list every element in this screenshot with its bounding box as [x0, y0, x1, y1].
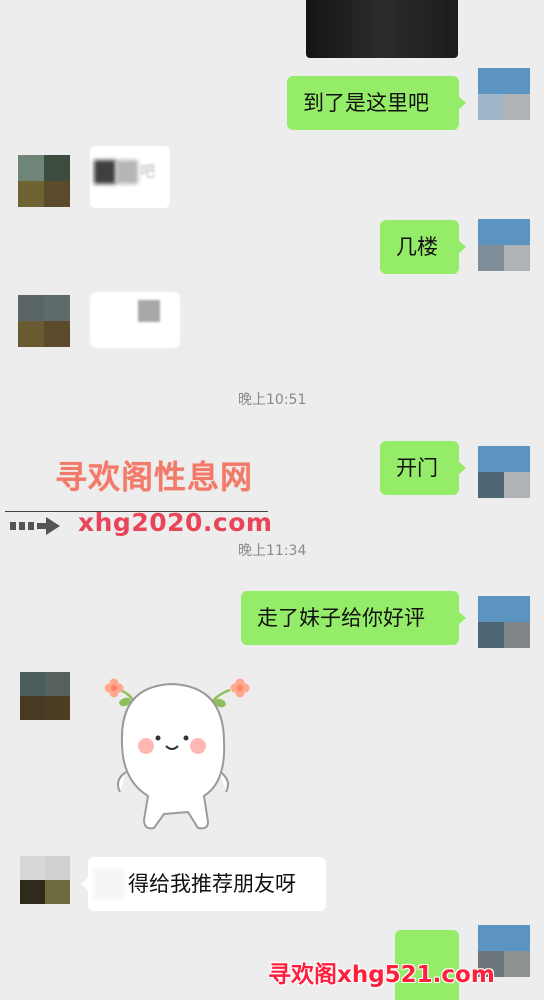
my-avatar[interactable]: [478, 219, 530, 271]
my-message-bubble[interactable]: 开门: [380, 441, 466, 495]
message-text: 吧: [140, 162, 156, 180]
contact-avatar[interactable]: [20, 856, 70, 904]
image-message[interactable]: [306, 0, 458, 58]
my-message-bubble[interactable]: 走了妹子给你好评: [241, 591, 466, 645]
timestamp: 晚上11:34: [238, 543, 307, 559]
watermark-bottom: 寻欢阁xhg521.com: [268, 962, 495, 988]
contact-avatar[interactable]: [20, 672, 70, 720]
smiling-ghost-sticker[interactable]: [100, 672, 260, 842]
watermark-url: xhg2020.com: [78, 508, 273, 537]
message-text: 到了是这里吧: [303, 91, 429, 115]
their-message-bubble[interactable]: 得给我推荐朋友呀: [81, 857, 326, 911]
chat-screen: 到了是这里吧 吧 几楼 晚上10:51 开门 寻欢阁性息网 xhg2020.co…: [0, 0, 544, 1000]
contact-avatar[interactable]: [18, 155, 70, 207]
timestamp: 晚上10:51: [238, 392, 307, 408]
message-text: 得给我推荐朋友呀: [128, 872, 296, 896]
my-avatar[interactable]: [478, 596, 530, 648]
my-avatar[interactable]: [478, 446, 530, 498]
message-text: 开门: [396, 456, 438, 480]
arrow-right-icon: [10, 516, 62, 536]
contact-avatar[interactable]: [18, 295, 70, 347]
message-text: 走了妹子给你好评: [257, 606, 425, 630]
their-message-bubble[interactable]: [90, 292, 180, 348]
message-text: 几楼: [396, 235, 438, 259]
my-avatar[interactable]: [478, 68, 530, 120]
my-message-bubble[interactable]: 几楼: [380, 220, 466, 274]
watermark-title: 寻欢阁性息网: [55, 458, 254, 496]
my-message-bubble[interactable]: 到了是这里吧: [287, 76, 466, 130]
their-message-bubble[interactable]: 吧: [90, 146, 170, 208]
